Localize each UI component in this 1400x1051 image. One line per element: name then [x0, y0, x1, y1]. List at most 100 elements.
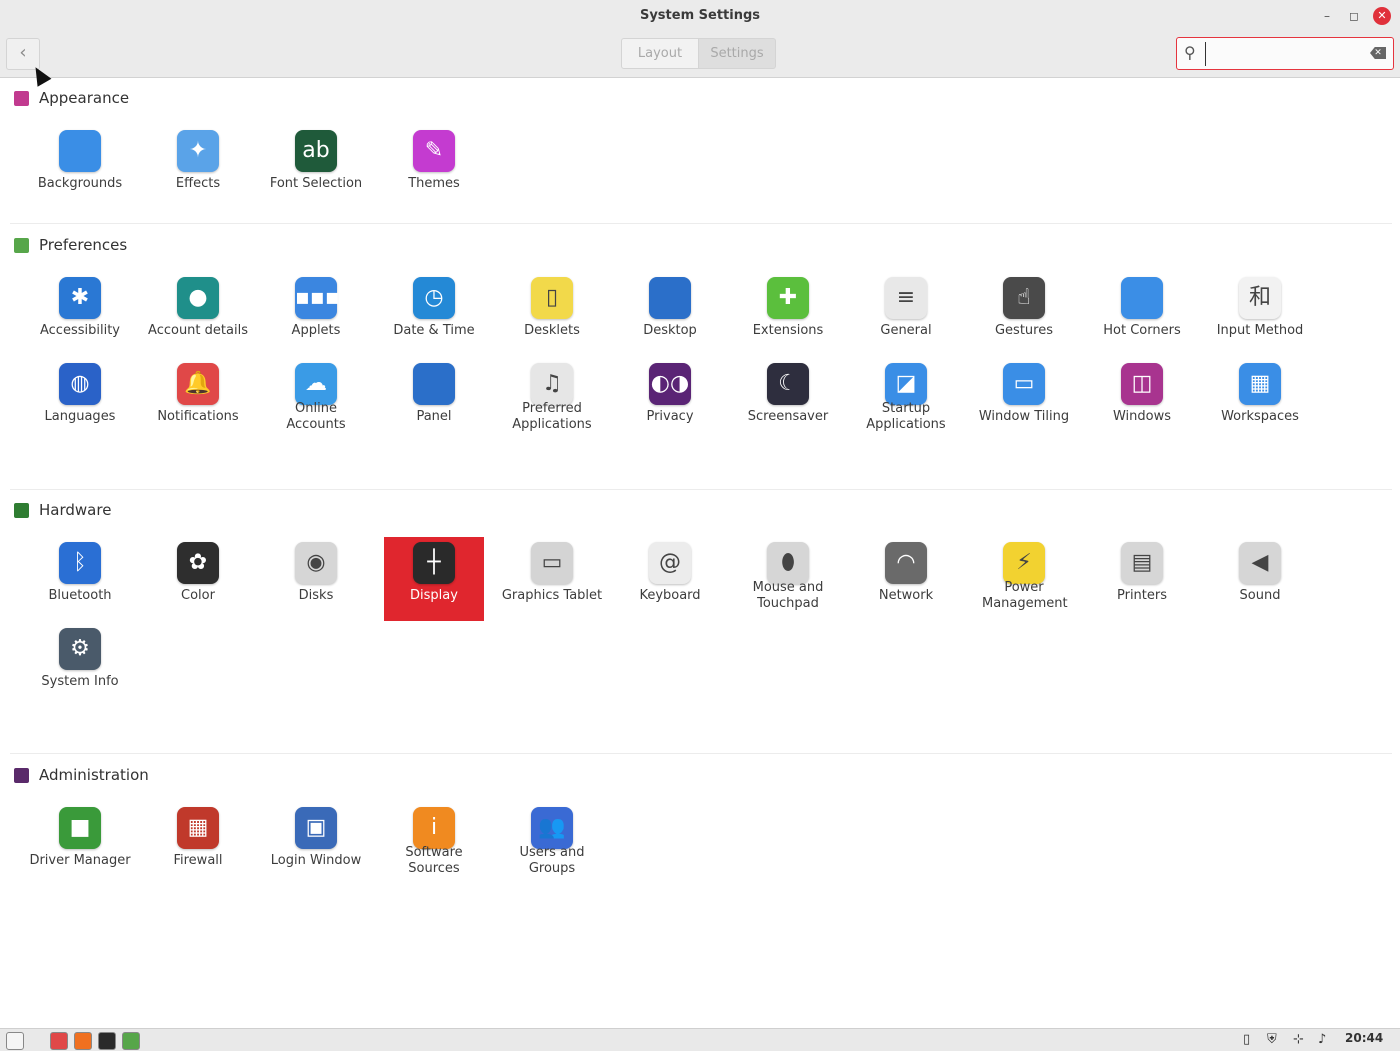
settings-item-label: Bluetooth	[48, 588, 112, 603]
settings-item-label: Hot Corners	[1103, 323, 1181, 338]
settings-item-label: Graphics Tablet	[501, 588, 603, 603]
notifications-icon: 🔔	[177, 363, 219, 405]
volume-icon[interactable]: ♪	[1318, 1032, 1326, 1047]
settings-item-panel[interactable]: Panel	[384, 358, 484, 442]
settings-item-login-window[interactable]: ▣ Login Window	[266, 802, 366, 886]
clipboard-icon[interactable]: ▯	[1243, 1032, 1250, 1047]
network-tray-icon[interactable]: ⊹	[1293, 1032, 1304, 1047]
settings-item-driver-manager[interactable]: ■ Driver Manager	[29, 802, 131, 886]
settings-item-desklets[interactable]: ▯ Desklets	[502, 272, 602, 356]
search-input[interactable]	[1205, 42, 1361, 66]
section-header-administration: Administration	[14, 763, 149, 787]
minimize-button[interactable]: –	[1318, 7, 1336, 25]
settings-item-firewall[interactable]: ▦ Firewall	[148, 802, 248, 886]
settings-item-keyboard[interactable]: @ Keyboard	[620, 537, 720, 621]
settings-item-label: Windows	[1112, 409, 1172, 424]
settings-item-bluetooth[interactable]: ᛒ Bluetooth	[30, 537, 130, 621]
settings-item-graphics-tablet[interactable]: ▭ Graphics Tablet	[502, 537, 602, 621]
settings-item-gestures[interactable]: ☝ Gestures	[974, 272, 1074, 356]
settings-item-languages[interactable]: ◍ Languages	[30, 358, 130, 442]
close-button[interactable]: ✕	[1373, 7, 1391, 25]
settings-item-extensions[interactable]: ✚ Extensions	[738, 272, 838, 356]
back-button[interactable]: ‹	[6, 38, 40, 70]
settings-item-account-details[interactable]: ● Account details	[148, 272, 248, 356]
settings-item-disks[interactable]: ◉ Disks	[266, 537, 366, 621]
settings-item-network[interactable]: ◠ Network	[856, 537, 956, 621]
settings-item-window-tiling[interactable]: ▭ Window Tiling	[974, 358, 1074, 442]
settings-item-startup-applications[interactable]: ◪ Startup Applications	[856, 358, 956, 442]
applets-icon: ▪▪▪	[295, 277, 340, 319]
settings-item-windows[interactable]: ◫ Windows	[1092, 358, 1192, 442]
settings-item-input-method[interactable]: 和 Input Method	[1210, 272, 1310, 356]
settings-item-label: Printers	[1116, 588, 1168, 603]
settings-item-applets[interactable]: ▪▪▪ Applets	[266, 272, 366, 356]
preferences-category-icon	[14, 237, 29, 253]
settings-item-themes[interactable]: ✎ Themes	[384, 125, 484, 209]
section-divider	[10, 753, 1392, 754]
display-icon: ┼	[413, 542, 455, 584]
settings-item-effects[interactable]: ✦ Effects	[148, 125, 248, 209]
settings-item-general[interactable]: ≡ General	[856, 272, 956, 356]
settings-item-power-management[interactable]: ⚡ Power Management	[974, 537, 1074, 621]
settings-item-label: Account details	[148, 323, 248, 338]
settings-item-mouse-touchpad[interactable]: ⬮ Mouse and Touchpad	[738, 537, 838, 621]
settings-item-workspaces[interactable]: ▦ Workspaces	[1210, 358, 1310, 442]
windows-icon: ◫	[1121, 363, 1163, 405]
maximize-button[interactable]: ◻	[1345, 7, 1363, 25]
panel-icon	[413, 363, 455, 405]
settings-item-accessibility[interactable]: ✱ Accessibility	[30, 272, 130, 356]
terminal-icon[interactable]	[98, 1032, 116, 1050]
taskbar: ▯ ⛨ ⊹ ♪ 20:44	[0, 1028, 1400, 1051]
settings-item-label: Applets	[291, 323, 341, 338]
extensions-icon: ✚	[767, 277, 809, 319]
workspaces-icon: ▦	[1239, 363, 1281, 405]
settings-item-label: Window Tiling	[978, 409, 1070, 424]
settings-item-label: Panel	[416, 409, 452, 424]
firefox-icon[interactable]	[74, 1032, 92, 1050]
settings-item-system-info[interactable]: ⚙ System Info	[30, 623, 130, 707]
search-box[interactable]: ⚲ ✕	[1176, 37, 1394, 70]
online-accounts-icon: ☁	[295, 363, 337, 405]
clock[interactable]: 20:44	[1345, 1031, 1383, 1045]
shield-icon[interactable]: ⛨	[1267, 1032, 1277, 1047]
settings-item-software-sources[interactable]: i Software Sources	[384, 802, 484, 886]
settings-item-display[interactable]: ┼ Display	[384, 537, 484, 621]
settings-item-users-groups[interactable]: 👥 Users and Groups	[502, 802, 602, 886]
settings-item-backgrounds[interactable]: Backgrounds	[30, 125, 130, 209]
settings-item-label: Color	[181, 588, 215, 603]
settings-item-color[interactable]: ✿ Color	[148, 537, 248, 621]
settings-item-hot-corners[interactable]: Hot Corners	[1092, 272, 1192, 356]
clear-search-icon[interactable]: ✕	[1370, 47, 1386, 59]
firewall-icon: ▦	[177, 807, 219, 849]
settings-item-sound[interactable]: ◀ Sound	[1210, 537, 1310, 621]
settings-item-privacy[interactable]: ◐◑ Privacy	[620, 358, 720, 442]
settings-item-desktop[interactable]: Desktop	[620, 272, 720, 356]
login-window-icon: ▣	[295, 807, 337, 849]
desktop-icon	[649, 277, 691, 319]
settings-app-icon[interactable]	[122, 1032, 140, 1050]
driver-manager-icon: ■	[59, 807, 101, 849]
settings-item-font-selection[interactable]: ab Font Selection	[266, 125, 366, 209]
settings-item-label: Login Window	[270, 853, 362, 868]
settings-item-label: Desktop	[643, 323, 697, 338]
settings-item-printers[interactable]: ▤ Printers	[1092, 537, 1192, 621]
preferred-applications-icon: ♫	[531, 363, 573, 405]
input-method-icon: 和	[1239, 277, 1281, 319]
menu-icon[interactable]	[6, 1032, 24, 1050]
settings-item-label: Software Sources	[405, 845, 463, 876]
tab-layout[interactable]: Layout	[621, 38, 699, 69]
settings-item-notifications[interactable]: 🔔 Notifications	[148, 358, 248, 442]
settings-item-screensaver[interactable]: ☾ Screensaver	[738, 358, 838, 442]
tab-settings[interactable]: Settings	[699, 38, 776, 69]
header-bar: ‹ Layout Settings ⚲ ✕	[0, 32, 1400, 78]
settings-item-label: Online Accounts	[286, 401, 346, 432]
settings-item-label: Gestures	[994, 323, 1053, 338]
settings-item-label: Accessibility	[40, 323, 120, 338]
accessibility-icon: ✱	[59, 277, 101, 319]
settings-item-online-accounts[interactable]: ☁ Online Accounts	[266, 358, 366, 442]
desklets-icon: ▯	[531, 277, 573, 319]
settings-item-date-time[interactable]: ◷ Date & Time	[384, 272, 484, 356]
users-groups-icon: 👥	[531, 807, 573, 849]
settings-item-preferred-applications[interactable]: ♫ Preferred Applications	[502, 358, 602, 442]
files-icon[interactable]	[50, 1032, 68, 1050]
